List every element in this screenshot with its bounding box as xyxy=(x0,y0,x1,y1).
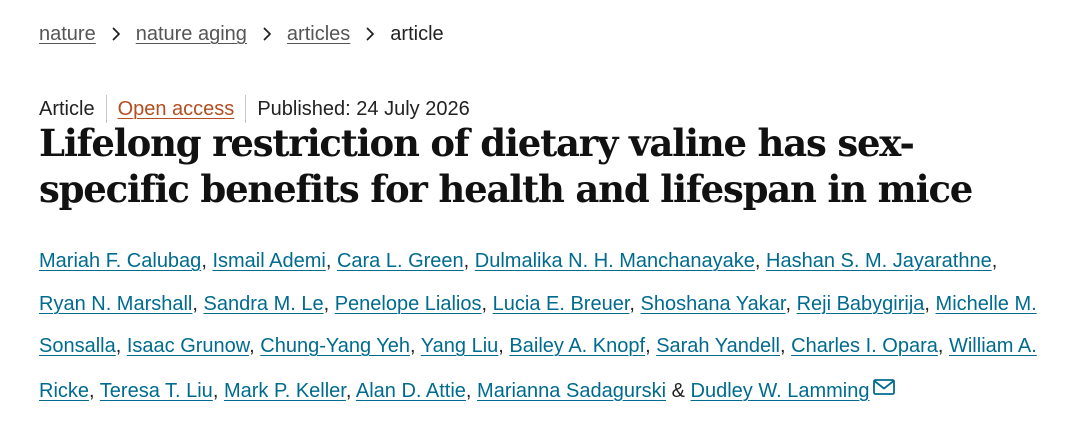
author-separator: , xyxy=(465,379,472,402)
author-link[interactable]: Alan D. Attie xyxy=(356,380,466,402)
breadcrumb-item-articles[interactable]: articles xyxy=(287,20,350,48)
author-link[interactable]: Sarah Yandell xyxy=(656,335,780,357)
envelope-icon[interactable] xyxy=(873,368,896,395)
author-separator: , xyxy=(345,379,352,402)
author-separator: , xyxy=(481,292,488,315)
author-link[interactable]: Chung-Yang Yeh xyxy=(260,335,410,357)
author-link[interactable]: Dudley W. Lamming xyxy=(691,380,870,402)
author-separator: , xyxy=(924,292,930,315)
author-link[interactable]: Mark P. Keller xyxy=(224,380,346,402)
published-date: Published: 24 July 2026 xyxy=(257,98,470,120)
author-link[interactable]: Ismail Ademi xyxy=(212,250,325,272)
author-link[interactable]: Shoshana Yakar xyxy=(641,293,786,315)
author-link[interactable]: Charles I. Opara xyxy=(791,335,938,357)
breadcrumb-item-nature[interactable]: nature xyxy=(39,20,96,48)
author-separator: , xyxy=(991,250,998,272)
article-meta: Article Open access Published: 24 July 2… xyxy=(39,95,470,123)
chevron-right-icon xyxy=(108,26,124,42)
chevron-right-icon xyxy=(362,26,378,42)
meta-divider xyxy=(245,95,247,123)
author-ampersand: & xyxy=(671,379,685,402)
chevron-right-icon xyxy=(259,26,275,42)
author-link[interactable]: Reji Babygirija xyxy=(797,293,925,315)
open-access-link[interactable]: Open access xyxy=(118,95,235,123)
author-link[interactable]: Cara L. Green xyxy=(337,250,464,272)
author-separator: , xyxy=(785,292,791,315)
author-separator: , xyxy=(115,335,122,357)
meta-divider xyxy=(105,95,107,123)
author-separator: , xyxy=(937,335,944,357)
author-separator: , xyxy=(192,292,198,315)
author-separator: , xyxy=(754,250,761,272)
author-separator: , xyxy=(325,250,332,272)
breadcrumb: nature nature aging articles article xyxy=(39,20,444,48)
breadcrumb-item-nature-aging[interactable]: nature aging xyxy=(136,20,247,48)
author-separator: , xyxy=(629,292,635,315)
author-list: Mariah F. Calubag, Ismail Ademi, Cara L.… xyxy=(39,240,1039,412)
breadcrumb-current: article xyxy=(390,23,444,45)
author-link[interactable]: Bailey A. Knopf xyxy=(509,335,645,357)
author-separator: , xyxy=(410,335,416,357)
author-separator: , xyxy=(249,335,255,357)
author-link[interactable]: Hashan S. M. Jayarathne xyxy=(766,250,992,272)
author-link[interactable]: Mariah F. Calubag xyxy=(39,250,201,272)
author-separator: , xyxy=(89,379,95,402)
author-separator: , xyxy=(201,250,207,272)
author-link[interactable]: Penelope Lialios xyxy=(335,293,482,315)
author-separator: , xyxy=(780,335,786,357)
author-separator: , xyxy=(645,335,651,357)
article-type: Article xyxy=(39,98,95,120)
author-separator: , xyxy=(463,250,470,272)
article-title: Lifelong restriction of dietary valine h… xyxy=(39,121,973,211)
author-link[interactable]: Lucia E. Breuer xyxy=(493,293,630,315)
author-link[interactable]: Yang Liu xyxy=(421,335,498,357)
author-link[interactable]: Isaac Grunow xyxy=(127,335,249,357)
author-link[interactable]: Sandra M. Le xyxy=(204,293,324,315)
author-separator: , xyxy=(212,379,219,402)
author-link[interactable]: Ryan N. Marshall xyxy=(39,293,192,315)
author-link[interactable]: Dulmalika N. H. Manchanayake xyxy=(475,250,755,272)
author-link[interactable]: Teresa T. Liu xyxy=(100,380,213,402)
author-separator: , xyxy=(323,292,330,315)
author-link[interactable]: Marianna Sadagurski xyxy=(477,380,666,402)
author-separator: , xyxy=(498,335,504,357)
